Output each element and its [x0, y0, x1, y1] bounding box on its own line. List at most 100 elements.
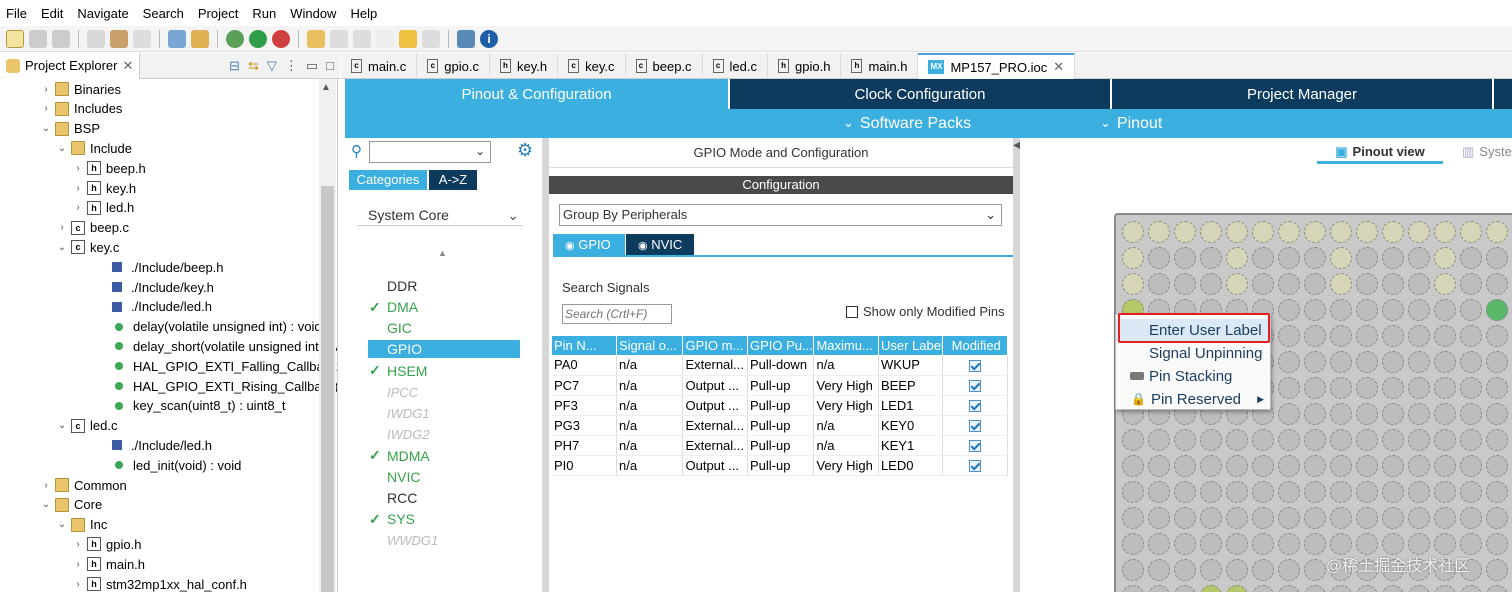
- chip-pin[interactable]: [1486, 533, 1508, 555]
- chip-pin[interactable]: [1200, 507, 1222, 529]
- column-header[interactable]: Signal o...: [616, 336, 684, 355]
- chip-pin[interactable]: [1304, 247, 1326, 269]
- chip-pin[interactable]: [1226, 533, 1248, 555]
- chip-pin[interactable]: [1408, 429, 1430, 451]
- expanded-arrow-icon[interactable]: ⌄: [56, 519, 68, 530]
- chip-pin[interactable]: [1278, 455, 1300, 477]
- chip-pin[interactable]: [1408, 221, 1430, 243]
- chip-pin[interactable]: [1330, 247, 1352, 269]
- nav-back-icon[interactable]: [399, 29, 417, 48]
- chip-pin[interactable]: [1486, 299, 1508, 321]
- chip-pin[interactable]: [1304, 377, 1326, 399]
- chip-pin[interactable]: [1200, 585, 1222, 592]
- tree-item[interactable]: › Binaries: [40, 79, 121, 99]
- chip-pin[interactable]: [1174, 585, 1196, 592]
- table-row[interactable]: PF3 n/a Output ... Pull-up Very High LED1: [552, 395, 1008, 416]
- category-item[interactable]: ✓ SYS: [345, 509, 520, 529]
- chip-pin[interactable]: [1252, 273, 1274, 295]
- chip-pin[interactable]: [1486, 403, 1508, 425]
- column-header[interactable]: Pin N...: [552, 336, 617, 355]
- tree-item[interactable]: › Common: [40, 475, 126, 495]
- chip-pin[interactable]: [1200, 533, 1222, 555]
- chip-pin[interactable]: [1486, 429, 1508, 451]
- modified-checkbox[interactable]: [969, 380, 982, 393]
- category-item[interactable]: ✓ DMA: [345, 297, 520, 317]
- chip-pin[interactable]: [1174, 507, 1196, 529]
- chip-pin[interactable]: [1148, 533, 1170, 555]
- table-row[interactable]: PH7 n/a External... Pull-up n/a KEY1: [552, 435, 1008, 456]
- chip-pin[interactable]: [1148, 273, 1170, 295]
- view-menu-icon[interactable]: ⋮: [285, 58, 298, 74]
- chip-pin[interactable]: [1278, 221, 1300, 243]
- chip-pin[interactable]: [1382, 377, 1404, 399]
- chip-pin[interactable]: [1408, 273, 1430, 295]
- tree-item[interactable]: ⌄ c key.c: [56, 237, 120, 257]
- chip-pin[interactable]: [1148, 247, 1170, 269]
- chip-pin[interactable]: [1226, 221, 1248, 243]
- chip-pin[interactable]: [1356, 377, 1378, 399]
- chip-pin[interactable]: [1122, 507, 1144, 529]
- chip-pin[interactable]: [1356, 273, 1378, 295]
- chip-pin[interactable]: [1434, 507, 1456, 529]
- category-search-combo[interactable]: ⌄: [369, 141, 491, 163]
- tree-item[interactable]: ./Include/led.h: [72, 297, 212, 317]
- chip-pin[interactable]: [1278, 377, 1300, 399]
- menu-file[interactable]: File: [6, 6, 27, 21]
- tab-clock-configuration[interactable]: Clock Configuration: [730, 79, 1112, 109]
- chip-pin[interactable]: [1408, 247, 1430, 269]
- chip-pin[interactable]: [1356, 507, 1378, 529]
- chip-pin[interactable]: [1148, 481, 1170, 503]
- tree-item[interactable]: ./Include/beep.h: [72, 257, 224, 277]
- chip-pin[interactable]: [1174, 273, 1196, 295]
- maximize-icon[interactable]: □: [326, 58, 334, 73]
- chip-pin[interactable]: [1382, 325, 1404, 347]
- chip-pin[interactable]: [1356, 429, 1378, 451]
- editor-tab[interactable]: MX MP157_PRO.ioc ✕: [918, 53, 1076, 79]
- chip-pin[interactable]: [1460, 325, 1482, 347]
- tree-item[interactable]: led_init(void) : void: [72, 455, 241, 475]
- chip-pin[interactable]: [1382, 299, 1404, 321]
- splitter[interactable]: ◀: [1013, 138, 1021, 592]
- chip-pin[interactable]: [1226, 247, 1248, 269]
- expanded-arrow-icon[interactable]: ⌄: [40, 123, 52, 134]
- chip-pin[interactable]: [1278, 325, 1300, 347]
- chip-pin[interactable]: [1408, 481, 1430, 503]
- debug-icon[interactable]: [226, 29, 244, 48]
- chip-pin[interactable]: [1460, 481, 1482, 503]
- chip-pin[interactable]: [1408, 351, 1430, 373]
- chip-pin[interactable]: [1460, 221, 1482, 243]
- menu-signal-unpinning[interactable]: Signal Unpinning: [1116, 342, 1270, 364]
- chip-pin[interactable]: [1434, 299, 1456, 321]
- chip-pin[interactable]: [1434, 481, 1456, 503]
- category-item[interactable]: ✓ MDMA: [345, 446, 520, 466]
- chip-pin[interactable]: [1252, 559, 1274, 581]
- chip-pin[interactable]: [1304, 481, 1326, 503]
- tab-pinout-configuration[interactable]: Pinout & Configuration: [345, 79, 730, 109]
- tree-item[interactable]: ⌄ Core: [40, 495, 102, 515]
- chip-pin[interactable]: [1174, 481, 1196, 503]
- chip-pin[interactable]: [1304, 455, 1326, 477]
- collapsed-arrow-icon[interactable]: ›: [40, 480, 52, 491]
- chip-pin[interactable]: [1382, 481, 1404, 503]
- chip-pin[interactable]: [1434, 455, 1456, 477]
- chip-pin[interactable]: [1356, 299, 1378, 321]
- chip-pin[interactable]: [1486, 377, 1508, 399]
- chip-pin[interactable]: [1356, 585, 1378, 592]
- settings-gear-icon[interactable]: ⚙: [517, 140, 533, 161]
- chip-pin[interactable]: [1226, 481, 1248, 503]
- chip-pin[interactable]: [1356, 455, 1378, 477]
- menu-window[interactable]: Window: [290, 6, 336, 21]
- modified-checkbox[interactable]: [969, 400, 982, 413]
- tree-item[interactable]: › h led.h: [72, 198, 134, 218]
- chip-pin[interactable]: [1278, 273, 1300, 295]
- chip-pin[interactable]: [1460, 507, 1482, 529]
- chip-pin[interactable]: [1122, 221, 1144, 243]
- chip-pin[interactable]: [1486, 585, 1508, 592]
- chip-pin[interactable]: [1382, 455, 1404, 477]
- sort-arrow-icon[interactable]: ▲: [438, 248, 447, 258]
- tree-item[interactable]: › h main.h: [72, 554, 145, 574]
- tree-item[interactable]: › h beep.h: [72, 158, 145, 178]
- chip-pin[interactable]: [1382, 585, 1404, 592]
- chip-pin[interactable]: [1330, 351, 1352, 373]
- info-icon[interactable]: i: [480, 29, 498, 48]
